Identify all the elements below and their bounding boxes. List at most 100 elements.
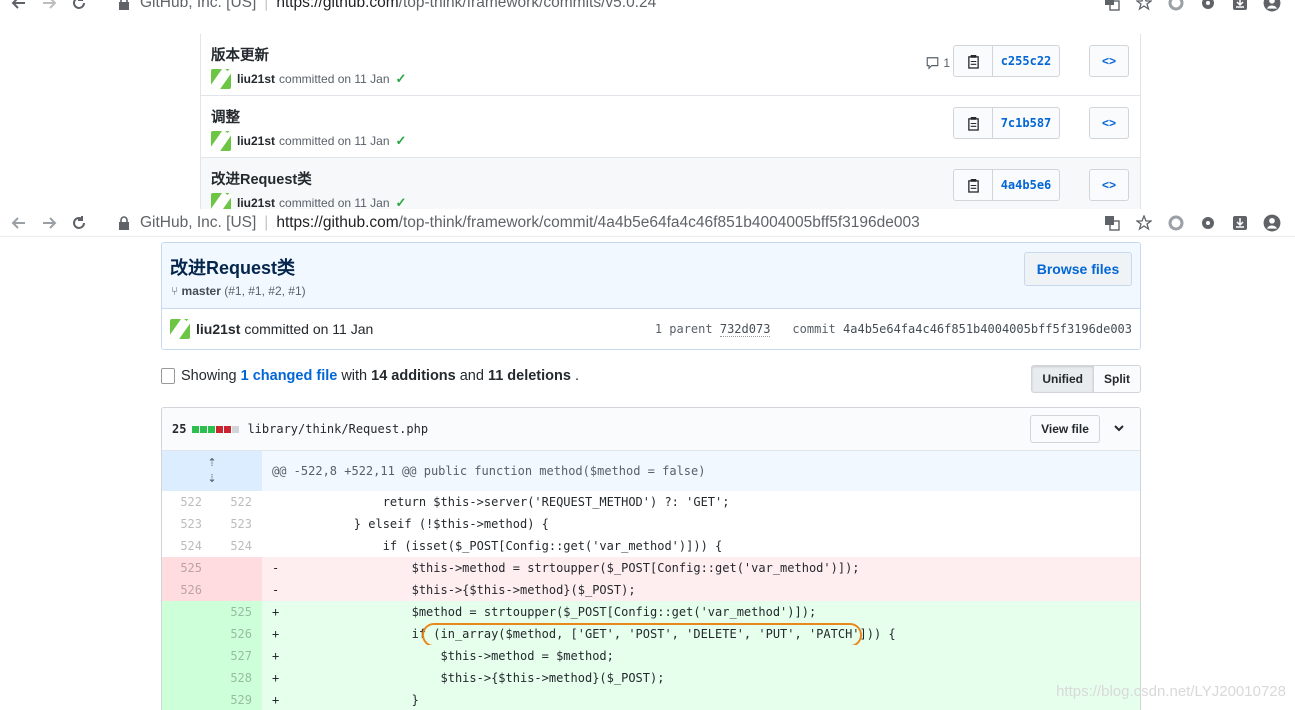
new-line-number[interactable]: 527 xyxy=(212,645,262,667)
download-icon[interactable] xyxy=(1231,0,1249,12)
expand-up-icon[interactable]: ⇡ xyxy=(207,455,216,471)
browse-repo-button[interactable]: <> xyxy=(1089,45,1129,77)
site-identity: GitHub, Inc. [US] xyxy=(140,213,257,231)
code-text: $this->method = strtoupper($_POST[Config… xyxy=(296,561,860,575)
old-line-number[interactable]: 526 xyxy=(162,579,212,601)
commit-author[interactable]: liu21st xyxy=(237,196,275,210)
parent-info: 1 parent 732d073 xyxy=(655,322,771,337)
diffstat-block-added xyxy=(200,425,208,433)
commit-author[interactable]: liu21st xyxy=(196,321,240,337)
new-line-number[interactable]: 528 xyxy=(212,667,262,689)
old-line-number[interactable]: 524 xyxy=(162,535,212,557)
new-line-number[interactable]: 524 xyxy=(212,535,262,557)
star-icon[interactable] xyxy=(1135,0,1153,12)
old-line-number[interactable]: 523 xyxy=(162,513,212,535)
new-line-number[interactable]: 523 xyxy=(212,513,262,535)
reload-button[interactable] xyxy=(64,211,94,235)
expand-down-icon[interactable]: ⇣ xyxy=(207,471,216,487)
reload-button[interactable] xyxy=(64,0,94,15)
commit-sha-link[interactable]: 4a4b5e6 xyxy=(993,169,1060,201)
avatar[interactable] xyxy=(211,131,231,151)
old-line-number[interactable]: 522 xyxy=(162,491,212,513)
expand-lines-button[interactable]: ⇡ ⇣ xyxy=(162,451,262,491)
code-icon: <> xyxy=(1101,116,1116,130)
diff-line: 522 522 return $this->server('REQUEST_MET… xyxy=(162,491,1140,513)
old-line-number[interactable] xyxy=(162,689,212,710)
forward-button[interactable] xyxy=(34,0,64,15)
translate-icon[interactable] xyxy=(1103,214,1121,232)
account-icon[interactable] xyxy=(1263,0,1281,12)
lock-icon xyxy=(119,215,129,230)
commit-title[interactable]: 改进Request类 xyxy=(211,168,312,189)
comment-count[interactable]: 1 xyxy=(925,56,950,70)
old-line-number[interactable]: 525 xyxy=(162,557,212,579)
commit-detail: 改进Request类 ⑂ master (#1, #1, #2, #1) Bro… xyxy=(161,242,1141,350)
sha-button-group: c255c22 xyxy=(953,45,1060,77)
extension-gear-icon[interactable] xyxy=(1199,214,1217,232)
hunk-text: @@ -522,8 +522,11 @@ public function met… xyxy=(262,451,1140,491)
old-line-number[interactable] xyxy=(162,601,212,623)
commit-title[interactable]: 版本更新 xyxy=(211,44,269,65)
changed-files-link[interactable]: 1 changed file xyxy=(241,368,338,384)
check-icon[interactable]: ✓ xyxy=(396,71,407,87)
commit-author[interactable]: liu21st xyxy=(237,72,275,86)
diff-sign: + xyxy=(272,605,280,619)
branch-name[interactable]: master xyxy=(182,284,221,298)
new-line-number[interactable]: 526 xyxy=(212,623,262,645)
site-identity: GitHub, Inc. [US] xyxy=(140,0,257,11)
address-bar[interactable]: GitHub, Inc. [US] | https://github.com/t… xyxy=(108,210,1267,235)
copy-sha-button[interactable] xyxy=(953,45,993,77)
new-line-number[interactable]: 525 xyxy=(212,601,262,623)
translate-icon[interactable] xyxy=(1103,0,1121,12)
code-text: return $this->server('REQUEST_METHOD') ?… xyxy=(296,495,730,509)
new-line-number[interactable] xyxy=(212,557,262,579)
download-icon[interactable] xyxy=(1231,214,1249,232)
old-line-number[interactable] xyxy=(162,623,212,645)
extension-gear-icon[interactable] xyxy=(1199,0,1217,12)
commit-meta: liu21st committed on 11 Jan ✓ xyxy=(211,131,406,151)
avatar[interactable] xyxy=(211,69,231,89)
copy-sha-button[interactable] xyxy=(953,107,993,139)
check-icon[interactable]: ✓ xyxy=(396,133,407,149)
parent-sha-link[interactable]: 732d073 xyxy=(719,322,771,337)
account-icon[interactable] xyxy=(1263,214,1281,232)
chevron-down-icon[interactable] xyxy=(1112,421,1126,435)
deletions-count: 11 deletions xyxy=(487,368,571,384)
forward-button[interactable] xyxy=(34,211,64,235)
new-line-number[interactable] xyxy=(212,579,262,601)
split-button[interactable]: Split xyxy=(1094,365,1141,393)
copy-sha-button[interactable] xyxy=(953,169,993,201)
star-icon[interactable] xyxy=(1135,214,1153,232)
record-icon[interactable] xyxy=(1167,0,1185,12)
browse-files-button[interactable]: Browse files xyxy=(1024,252,1132,286)
commit-author[interactable]: liu21st xyxy=(237,134,275,148)
record-icon[interactable] xyxy=(1167,214,1185,232)
avatar[interactable] xyxy=(170,319,190,339)
commit-meta: liu21st committed on 11 Jan ✓ xyxy=(211,69,406,89)
new-line-number[interactable]: 529 xyxy=(212,689,262,710)
code-line: if (isset($_POST[Config::get('var_method… xyxy=(262,535,1140,557)
commit-title[interactable]: 调整 xyxy=(211,106,240,127)
browse-repo-button[interactable]: <> xyxy=(1089,169,1129,201)
commit-sha-link[interactable]: c255c22 xyxy=(993,45,1060,77)
diff-line: 526 + if (in_array($method, ['GET', 'POST… xyxy=(162,623,1140,647)
toolbar-icons xyxy=(1103,0,1281,12)
commit-sha-link[interactable]: 7c1b587 xyxy=(993,107,1060,139)
diff-line: 524 524 if (isset($_POST[Config::get('var… xyxy=(162,535,1140,557)
old-line-number[interactable] xyxy=(162,645,212,667)
unified-button[interactable]: Unified xyxy=(1031,365,1094,393)
back-button[interactable] xyxy=(4,0,34,15)
arrow-right-icon xyxy=(43,216,57,229)
back-button[interactable] xyxy=(4,211,34,235)
diffstat-block-deleted xyxy=(224,425,232,433)
address-bar[interactable]: GitHub, Inc. [US] | https://github.com/t… xyxy=(108,0,1267,15)
file-path[interactable]: library/think/Request.php xyxy=(247,422,428,436)
reload-icon xyxy=(73,215,85,229)
commit-detail-title: 改进Request类 xyxy=(170,258,296,278)
watermark: https://blog.csdn.net/LYJ20010728 xyxy=(1056,683,1286,700)
browse-repo-button[interactable]: <> xyxy=(1089,107,1129,139)
old-line-number[interactable] xyxy=(162,667,212,689)
branch-refs[interactable]: (#1, #1, #2, #1) xyxy=(224,284,305,298)
new-line-number[interactable]: 522 xyxy=(212,491,262,513)
view-file-button[interactable]: View file xyxy=(1030,415,1100,443)
